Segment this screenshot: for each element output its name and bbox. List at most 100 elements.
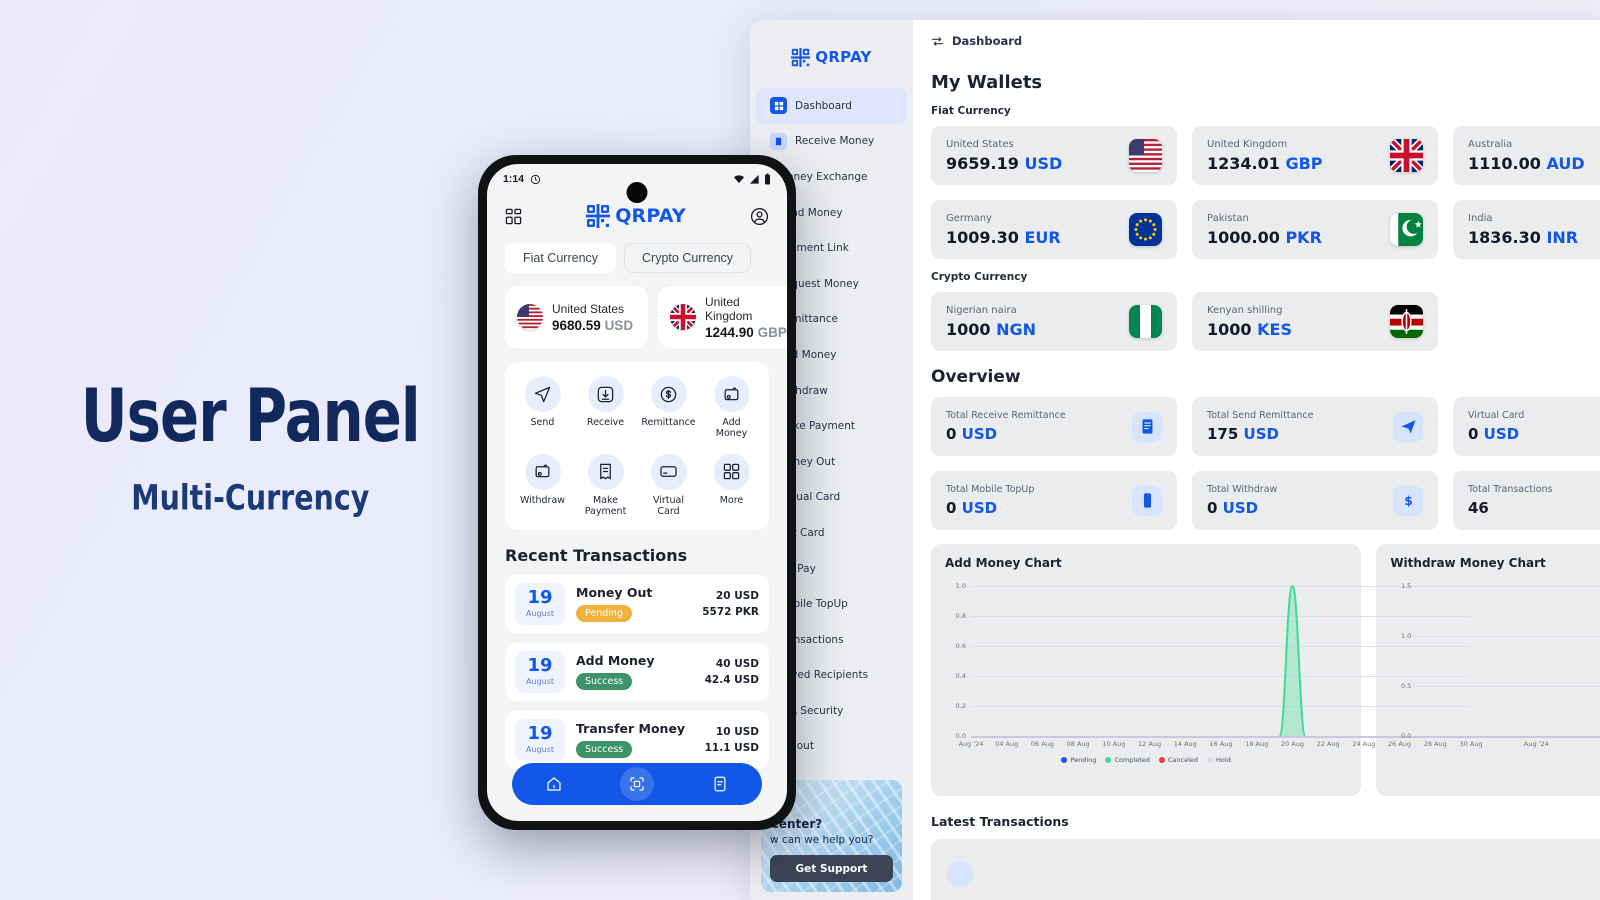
- add-money-legend: Pending Completed Canceled Hold: [945, 756, 1347, 764]
- legend-dot: [1158, 757, 1165, 763]
- action-label: Send: [530, 417, 555, 428]
- send-icon: [1400, 420, 1416, 434]
- legend-dot: [1061, 757, 1068, 763]
- wallet-currency: NGN: [996, 319, 1037, 339]
- nav-qr-scan-button[interactable]: [619, 767, 654, 801]
- wallet-currency: EUR: [1024, 227, 1061, 247]
- wallet-country: India: [1468, 212, 1493, 224]
- promo-panel: User Panel Multi-Currency: [0, 0, 500, 900]
- wallet-country: Kenyan shilling: [1207, 304, 1283, 316]
- withdraw-plot: 0.0 0.5 1.0 1.5 Aug '24: [1390, 582, 1600, 752]
- avatar: [947, 861, 973, 887]
- wallet-card[interactable]: Pakistan 1000.00 PKR: [1192, 200, 1438, 259]
- action-icon-wrap: [524, 376, 561, 412]
- overview-label: Total Send Remittance: [1207, 410, 1314, 421]
- nav-document-button[interactable]: [703, 767, 737, 801]
- wallet-icon: [535, 464, 550, 478]
- wallet-card[interactable]: India 1836.30 INR: [1453, 200, 1600, 259]
- wallet-card[interactable]: Germany 1009.30 EUR: [931, 200, 1177, 259]
- action-make-payment[interactable]: Make Payment: [574, 453, 637, 518]
- action-remittance[interactable]: Remittance: [637, 376, 700, 440]
- overview-label: Total Transactions: [1468, 484, 1553, 495]
- y-tick-label: 1.5: [1400, 582, 1412, 590]
- action-icon-wrap: [524, 453, 561, 490]
- wallet-card[interactable]: United Kingdom 1234.01 GBP: [1192, 126, 1438, 185]
- legend-item[interactable]: Canceled: [1158, 756, 1198, 764]
- legend-dot: [1207, 757, 1214, 763]
- overview-currency: USD: [1243, 425, 1279, 443]
- document-icon: [714, 776, 726, 792]
- sidebar-logo[interactable]: QRPAY: [750, 34, 913, 80]
- overview-card[interactable]: Virtual Card 0 USD: [1453, 397, 1600, 456]
- action-add-money[interactable]: Add Money: [700, 376, 763, 440]
- overview-card[interactable]: Total Transactions 46: [1453, 471, 1600, 530]
- action-virtual-card[interactable]: Virtual Card: [637, 453, 700, 518]
- tab-fiat-currency[interactable]: Fiat Currency: [505, 243, 617, 273]
- overview-value: 0 USD: [1468, 425, 1520, 443]
- overview-grid: Total Receive Remittance 0 USD Total Sen…: [931, 397, 1600, 530]
- alarm-icon: [530, 174, 541, 184]
- overview-card[interactable]: Total Send Remittance 175 USD: [1192, 397, 1438, 456]
- phone-wallet-row: United States 9680.59 USD United Kingdom…: [487, 273, 787, 348]
- action-label: Receive: [586, 417, 625, 428]
- overview-label: Total Receive Remittance: [946, 410, 1066, 421]
- transaction-amount-secondary: 11.1 USD: [704, 741, 759, 754]
- overview-label: Total Mobile TopUp: [946, 484, 1035, 495]
- phone-wallet-card[interactable]: United Kingdom 1244.90 GBP: [658, 286, 787, 348]
- get-support-button[interactable]: Get Support: [770, 855, 893, 882]
- sidebar-item-label: Receive Money: [795, 135, 875, 148]
- legend-item[interactable]: Pending: [1061, 756, 1096, 764]
- wallet-card[interactable]: Australia 1110.00 AUD: [1453, 126, 1600, 185]
- download-icon: [597, 386, 614, 402]
- action-withdraw[interactable]: Withdraw: [511, 453, 574, 518]
- recent-transactions-title: Recent Transactions: [505, 545, 688, 565]
- action-icon-wrap: [713, 376, 750, 412]
- legend-item[interactable]: Hold: [1207, 756, 1231, 764]
- overview-card[interactable]: Total Withdraw 0 USD $: [1192, 471, 1438, 530]
- wifi-icon: [733, 174, 745, 183]
- overview-icon-wrap: [1132, 411, 1162, 442]
- sidebar-item-receive-money[interactable]: Receive Money: [756, 124, 907, 160]
- wallet-country: United States: [946, 138, 1014, 150]
- action-more[interactable]: More: [700, 453, 763, 518]
- transaction-day: 19: [527, 723, 553, 745]
- sidebar-item-dashboard[interactable]: Dashboard: [756, 88, 907, 124]
- wallet-country: Pakistan: [1207, 212, 1249, 224]
- action-icon-wrap: [650, 376, 687, 412]
- flag-us-icon: [1129, 139, 1162, 172]
- action-icon-wrap: [587, 453, 624, 490]
- flag-gb-icon: [1390, 139, 1423, 172]
- wallet-card[interactable]: Kenyan shilling 1000 KES: [1192, 292, 1438, 351]
- legend-item[interactable]: Completed: [1105, 756, 1150, 764]
- wallet-amount: 1110.00 AUD: [1468, 153, 1585, 173]
- transaction-row[interactable]: 19 August Add Money Success 40 USD 42.4 …: [505, 642, 769, 701]
- overview-value: 0 USD: [946, 425, 998, 443]
- home-icon: [547, 777, 561, 791]
- overview-card[interactable]: Total Receive Remittance 0 USD: [931, 397, 1177, 456]
- phone-wallet-card[interactable]: United States 9680.59 USD: [505, 286, 648, 348]
- wallet-card[interactable]: United States 9659.19 USD: [931, 126, 1177, 185]
- action-row-1: Send Receive Remittance Add Money: [511, 376, 763, 440]
- qr-logo-icon: [586, 204, 611, 228]
- action-receive[interactable]: Receive: [574, 376, 637, 440]
- profile-icon[interactable]: [750, 207, 769, 226]
- overview-currency: USD: [1483, 425, 1520, 443]
- card-icon: [660, 466, 677, 478]
- phone-screen: 1:14 QRPAY Fiat Currency Crypto Currency…: [487, 164, 787, 821]
- overview-icon-wrap: $: [1393, 485, 1423, 516]
- overview-card[interactable]: Total Mobile TopUp 0 USD: [931, 471, 1177, 530]
- grid-menu-icon[interactable]: [505, 208, 522, 225]
- breadcrumb-label: Dashboard: [952, 34, 1023, 48]
- dashboard-window: QRPAY Dashboard Receive Money Money Exchan…: [750, 20, 1600, 900]
- legend-label: Hold: [1216, 756, 1231, 764]
- action-label: Add Money: [715, 417, 748, 439]
- transaction-row[interactable]: 19 August Transfer Money Success 10 USD …: [505, 710, 769, 769]
- transaction-row[interactable]: 19 August Money Out Pending 20 USD 5572 …: [505, 574, 769, 633]
- action-send[interactable]: Send: [511, 376, 574, 440]
- wallet-currency: GBP: [1285, 153, 1323, 173]
- overview-label: Virtual Card: [1468, 410, 1525, 421]
- wallet-card[interactable]: Nigerian naira 1000 NGN: [931, 292, 1177, 351]
- tab-crypto-currency[interactable]: Crypto Currency: [624, 243, 752, 273]
- overview-label: Total Withdraw: [1207, 484, 1278, 495]
- nav-home-button[interactable]: [537, 767, 571, 801]
